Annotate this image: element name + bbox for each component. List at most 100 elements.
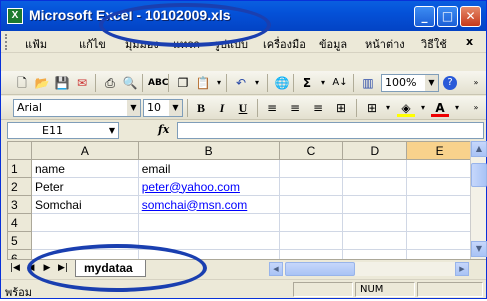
chart-icon[interactable]: ▥ bbox=[359, 74, 377, 92]
cell-c3[interactable] bbox=[278, 195, 344, 214]
scroll-right-icon[interactable]: ▶ bbox=[455, 262, 469, 276]
underline-button[interactable]: U bbox=[234, 99, 252, 117]
cell[interactable] bbox=[342, 213, 408, 232]
toolbar-options-icon[interactable]: » bbox=[467, 99, 485, 117]
chevron-down-icon[interactable]: ▼ bbox=[169, 100, 182, 116]
cell-e2[interactable] bbox=[406, 177, 473, 196]
permission-icon[interactable]: ✉ bbox=[73, 74, 91, 92]
menu-help[interactable]: วิธีใช้ bbox=[421, 35, 447, 53]
horizontal-scroll-thumb[interactable] bbox=[285, 262, 355, 276]
column-header-c[interactable]: C bbox=[278, 141, 344, 160]
menu-tools[interactable]: เครื่องมือ bbox=[263, 35, 306, 53]
fx-icon[interactable]: fx bbox=[158, 123, 169, 136]
maximize-button[interactable]: □ bbox=[437, 6, 458, 27]
cell[interactable] bbox=[342, 249, 408, 259]
vertical-scrollbar[interactable]: ▲ ▼ bbox=[470, 141, 487, 259]
cell-b1[interactable]: email bbox=[137, 159, 280, 178]
cell-d3[interactable] bbox=[342, 195, 408, 214]
cell[interactable] bbox=[406, 231, 473, 250]
menu-edit[interactable]: แก้ไข bbox=[79, 35, 106, 53]
row-header[interactable]: 2 bbox=[7, 177, 32, 196]
bold-button[interactable]: B bbox=[192, 99, 210, 117]
cell[interactable] bbox=[137, 213, 280, 232]
cell[interactable] bbox=[406, 213, 473, 232]
open-icon[interactable]: 📂 bbox=[33, 74, 51, 92]
cell[interactable] bbox=[278, 213, 344, 232]
cell[interactable] bbox=[278, 231, 344, 250]
column-header-b[interactable]: B bbox=[137, 141, 280, 160]
new-icon[interactable]: 🗋 bbox=[13, 74, 31, 92]
cell-b3-email-link[interactable]: somchai@msn.com bbox=[137, 195, 280, 214]
horizontal-scrollbar[interactable]: ◀ ▶ bbox=[269, 262, 469, 276]
chevron-down-icon[interactable]: ▼ bbox=[127, 100, 140, 116]
row-header[interactable]: 6 bbox=[7, 249, 32, 259]
print-icon[interactable]: ⎙ bbox=[101, 74, 119, 92]
print-preview-icon[interactable]: 🔍 bbox=[121, 74, 139, 92]
name-box-value: E11 bbox=[42, 124, 63, 137]
align-right-icon[interactable]: ≡ bbox=[309, 99, 327, 117]
spreadsheet-grid[interactable]: A B C D E 1 name email 2 Peter peter@yah… bbox=[7, 141, 473, 259]
select-all-corner[interactable] bbox=[7, 141, 32, 160]
cell-e3[interactable] bbox=[406, 195, 473, 214]
row-header[interactable]: 5 bbox=[7, 231, 32, 250]
column-header-e[interactable]: E bbox=[406, 141, 473, 160]
align-center-icon[interactable]: ≡ bbox=[286, 99, 304, 117]
autosum-dropdown-icon[interactable]: ▾ bbox=[314, 74, 332, 92]
cell-a3[interactable]: Somchai bbox=[30, 195, 139, 214]
help-icon[interactable]: ? bbox=[443, 76, 457, 90]
chevron-down-icon[interactable]: ▼ bbox=[425, 75, 438, 91]
borders-dropdown-icon[interactable]: ▾ bbox=[379, 99, 397, 117]
workbook-close-icon[interactable]: x bbox=[466, 35, 473, 48]
vertical-scroll-thumb[interactable] bbox=[471, 163, 487, 187]
align-left-icon[interactable]: ≡ bbox=[263, 99, 281, 117]
font-color-icon[interactable]: A bbox=[431, 99, 449, 117]
fill-dropdown-icon[interactable]: ▾ bbox=[414, 99, 432, 117]
excel-app-icon[interactable]: X bbox=[7, 8, 23, 24]
cell[interactable] bbox=[406, 249, 473, 259]
spelling-icon[interactable]: ABC bbox=[148, 74, 168, 92]
zoom-select[interactable]: 100% ▼ bbox=[381, 74, 439, 92]
menu-data[interactable]: ข้อมูล bbox=[319, 35, 347, 53]
merge-center-icon[interactable]: ⊞ bbox=[332, 99, 350, 117]
close-button[interactable]: ✕ bbox=[460, 6, 481, 27]
column-header-a[interactable]: A bbox=[30, 141, 139, 160]
menu-grip[interactable] bbox=[5, 34, 8, 50]
cell-a1[interactable]: name bbox=[30, 159, 139, 178]
cell[interactable] bbox=[278, 249, 344, 259]
hyperlink-icon[interactable]: 🌐 bbox=[273, 74, 291, 92]
row-header[interactable]: 1 bbox=[7, 159, 32, 178]
minimize-button[interactable]: _ bbox=[414, 6, 435, 27]
cell[interactable] bbox=[30, 213, 139, 232]
fill-color-icon[interactable]: ◈ bbox=[397, 99, 415, 117]
name-box[interactable]: E11 ▼ bbox=[7, 122, 119, 139]
cell-e1[interactable] bbox=[406, 159, 473, 178]
cell-a2[interactable]: Peter bbox=[30, 177, 139, 196]
cell-c1[interactable] bbox=[278, 159, 344, 178]
scroll-left-icon[interactable]: ◀ bbox=[269, 262, 283, 276]
cell-d2[interactable] bbox=[342, 177, 408, 196]
toolbar-options-icon[interactable]: » bbox=[467, 74, 485, 92]
first-sheet-icon[interactable]: |◀ bbox=[9, 262, 21, 275]
cell-c2[interactable] bbox=[278, 177, 344, 196]
row-header[interactable]: 4 bbox=[7, 213, 32, 232]
menu-file[interactable]: แฟ้ม bbox=[25, 35, 47, 53]
chevron-down-icon[interactable]: ▼ bbox=[109, 123, 115, 138]
sort-icon[interactable]: A↓ bbox=[331, 74, 349, 92]
scroll-down-icon[interactable]: ▼ bbox=[471, 241, 487, 257]
italic-button[interactable]: I bbox=[213, 99, 231, 117]
copy-icon[interactable]: ❐ bbox=[174, 74, 192, 92]
scroll-up-icon[interactable]: ▲ bbox=[471, 141, 487, 157]
formula-input[interactable] bbox=[177, 122, 484, 139]
font-size-select[interactable]: 10 ▼ bbox=[143, 99, 183, 117]
undo-dropdown-icon[interactable]: ▾ bbox=[248, 74, 266, 92]
table-row: 2 Peter peter@yahoo.com bbox=[7, 177, 473, 196]
menu-window[interactable]: หน้าต่าง bbox=[365, 35, 405, 53]
column-header-d[interactable]: D bbox=[342, 141, 408, 160]
font-color-dropdown-icon[interactable]: ▾ bbox=[448, 99, 466, 117]
cell[interactable] bbox=[342, 231, 408, 250]
cell-b2-email-link[interactable]: peter@yahoo.com bbox=[137, 177, 280, 196]
cell-d1[interactable] bbox=[342, 159, 408, 178]
save-icon[interactable]: 💾 bbox=[53, 74, 71, 92]
font-select[interactable]: Arial ▼ bbox=[13, 99, 141, 117]
row-header[interactable]: 3 bbox=[7, 195, 32, 214]
